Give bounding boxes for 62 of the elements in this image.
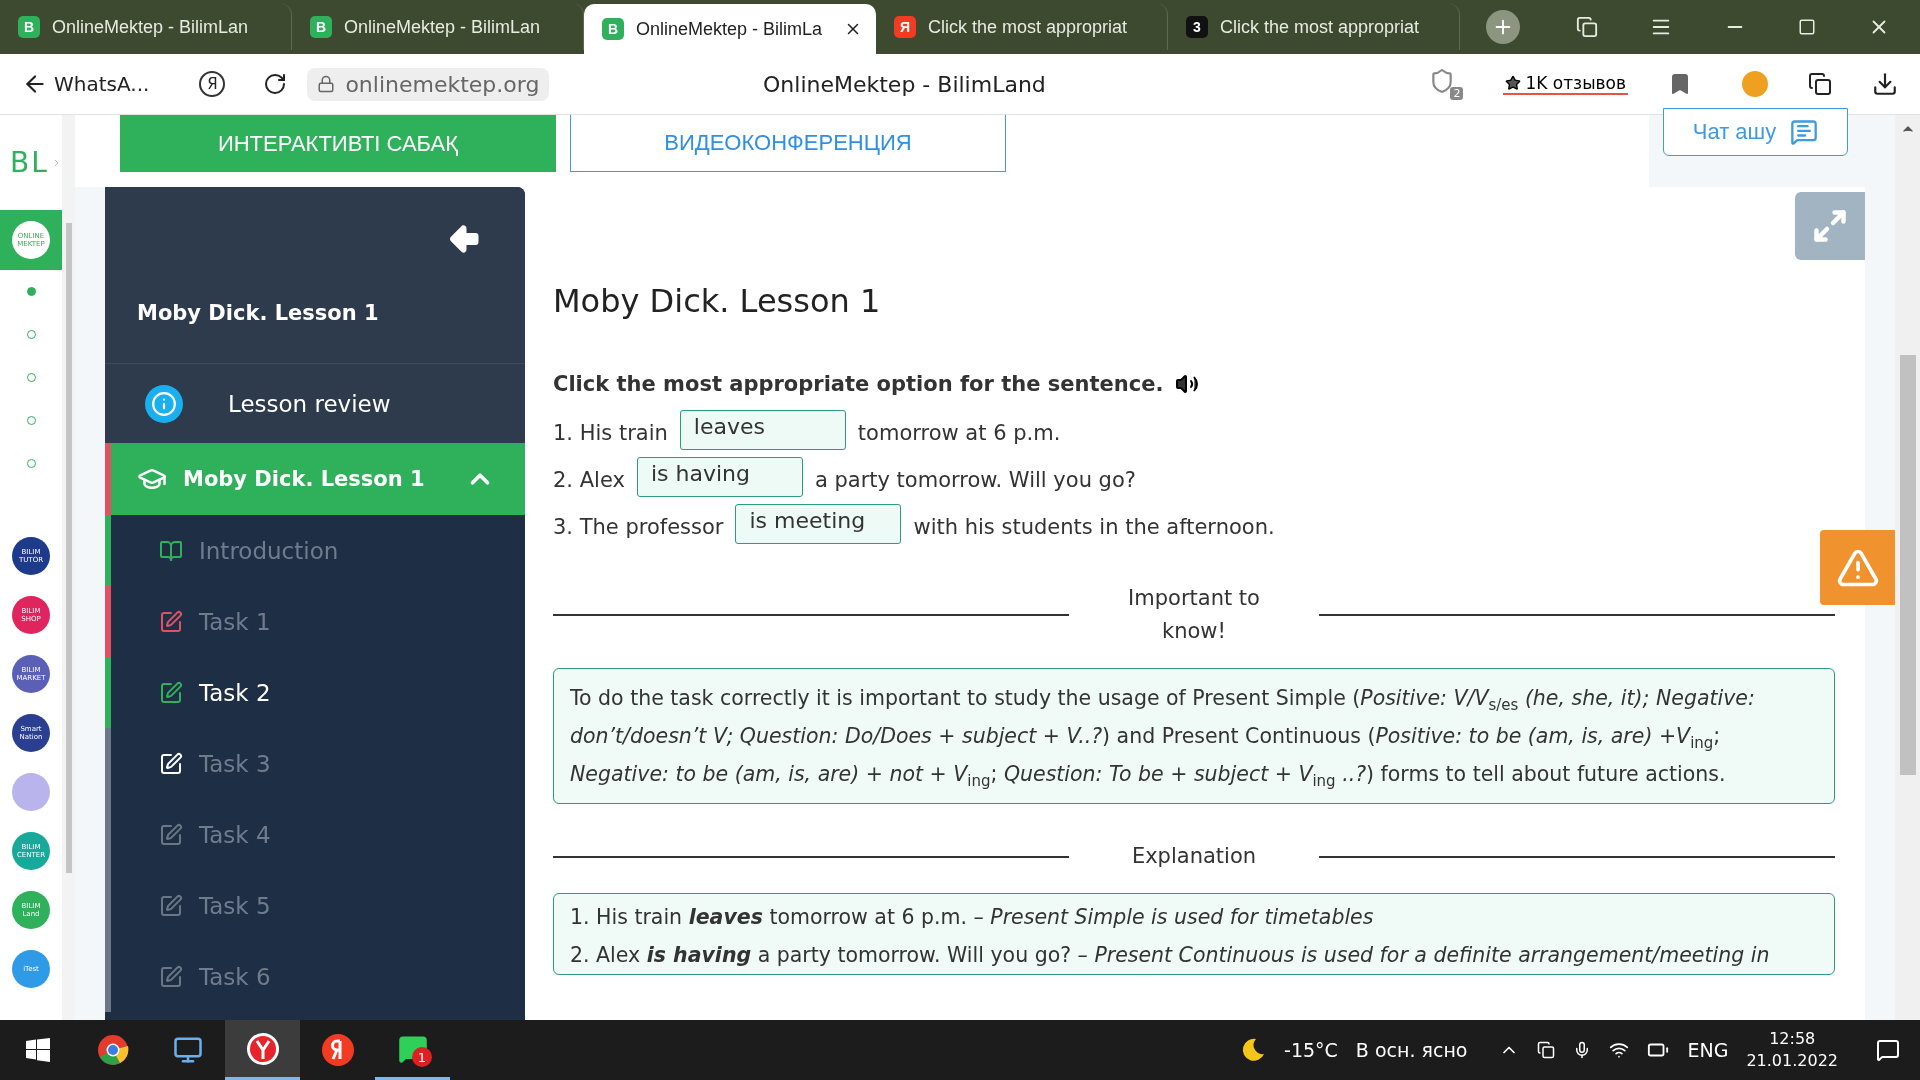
section-heading: Explanation: [1130, 843, 1258, 870]
answer-field[interactable]: is meeting: [735, 504, 902, 544]
chat-icon: [1790, 118, 1819, 146]
logo: BL: [10, 146, 49, 179]
clock[interactable]: 12:58 21.01.2022: [1746, 1028, 1838, 1072]
reviews-button[interactable]: 1K отзывов: [1503, 73, 1628, 95]
favicon-icon: B: [18, 16, 40, 38]
page-dot[interactable]: [26, 287, 36, 296]
lock-icon: [317, 75, 336, 93]
back-button[interactable]: WhatsA...: [22, 71, 150, 97]
explanation-text: 2. Alex is having a party tomorrow. Will you go? – Present Continuous is used for a definite arrangement/meeting in: [570, 942, 1771, 969]
sentence-text: 2. Alex: [553, 468, 625, 492]
download-icon[interactable]: [1872, 71, 1898, 97]
collections-icon[interactable]: [1576, 16, 1598, 38]
sentence-text: a party tomorrow. Will you go?: [814, 468, 1136, 492]
wifi-icon[interactable]: [1609, 1040, 1630, 1060]
maximize-icon[interactable]: [1798, 18, 1816, 36]
favicon-icon: B: [310, 16, 332, 38]
browser-tab[interactable]: B OnlineMektep - BilimLan: [0, 4, 292, 50]
lesson-title: Moby Dick. Lesson 1: [137, 301, 380, 325]
chat-button[interactable]: Чат ашу: [1663, 108, 1848, 156]
tabs-icon[interactable]: [1808, 72, 1832, 96]
scrollbar-thumb[interactable]: [1899, 355, 1916, 775]
browser-icon[interactable]: [225, 1020, 300, 1080]
browser-tab[interactable]: B OnlineMektep - BilimLa: [584, 4, 876, 54]
notifications-icon[interactable]: [1876, 1038, 1900, 1062]
info-icon: [145, 384, 183, 423]
lesson-review-item[interactable]: Lesson review: [105, 363, 525, 443]
instruction: Click the most appropriate option for the sentence.: [553, 372, 1164, 396]
expand-icon: [1812, 208, 1848, 244]
language-indicator: ENG: [1687, 1039, 1729, 1061]
sentence-text: 3. The professor: [553, 515, 724, 539]
sentence-text: with his students in the afternoon.: [913, 515, 1275, 539]
section-tab[interactable]: ВИДЕОКОНФЕРЕНЦИЯ: [570, 115, 1006, 172]
yandex-icon[interactable]: Я: [199, 71, 226, 97]
lesson-heading: Moby Dick. Lesson 1: [553, 282, 882, 320]
chat-app-button[interactable]: 1: [375, 1020, 450, 1080]
browser-tab[interactable]: Я Click the most appropriat: [876, 4, 1168, 50]
favicon-icon: Я: [894, 16, 916, 38]
temperature: -15°C: [1284, 1039, 1338, 1061]
section-tab[interactable]: ИНТЕРАКТИВТІ САБАҚ: [120, 115, 556, 172]
browser-tab[interactable]: 3 Click the most appropriat: [1168, 4, 1460, 50]
new-tab-button[interactable]: [1486, 10, 1520, 44]
notification-badge: 1: [412, 1047, 432, 1067]
reload-icon[interactable]: [263, 72, 288, 96]
device-icon[interactable]: [1537, 1041, 1556, 1059]
favicon-icon: 3: [1186, 16, 1208, 38]
section-heading: Important to know!: [1127, 585, 1261, 645]
star-icon: [1505, 75, 1522, 91]
answer-field[interactable]: leaves: [679, 410, 846, 450]
browser-tab[interactable]: B OnlineMektep - BilimLan: [292, 4, 584, 50]
weather-text: В осн. ясно: [1355, 1039, 1468, 1061]
favicon-icon: B: [602, 18, 624, 40]
sentence-text: tomorrow at 6 p.m.: [857, 421, 1061, 445]
sentence-text: 1. His train: [553, 421, 668, 445]
explanation-text: 1. His train leaves tomorrow at 6 p.m. – Present Simple is used for timetables: [570, 904, 1375, 931]
page-title: OnlineMektep - BilimLand: [762, 71, 1047, 97]
speaker-icon[interactable]: [1175, 372, 1200, 396]
lesson-section-header[interactable]: Moby Dick. Lesson 1: [105, 443, 525, 515]
address-field[interactable]: onlinemektep.org: [307, 67, 550, 101]
info-text: To do the task correctly it is important to study the usage of Present Simple (Positive: V/V$_{s/es}$ (he, she, it); Negative: don’t/doesn’t V; Question: Do/Does + subject + V..?) and Present Continuous (Positive: to be (am, is, are) +V$_{ing}$; Negative: to be (am, is, are) + not + V$_{ing}$; Question: To be + subject + V$_{ing}$ ..?) forms to tell about future actions.: [570, 685, 1756, 793]
answer-field[interactable]: is having: [636, 457, 803, 497]
